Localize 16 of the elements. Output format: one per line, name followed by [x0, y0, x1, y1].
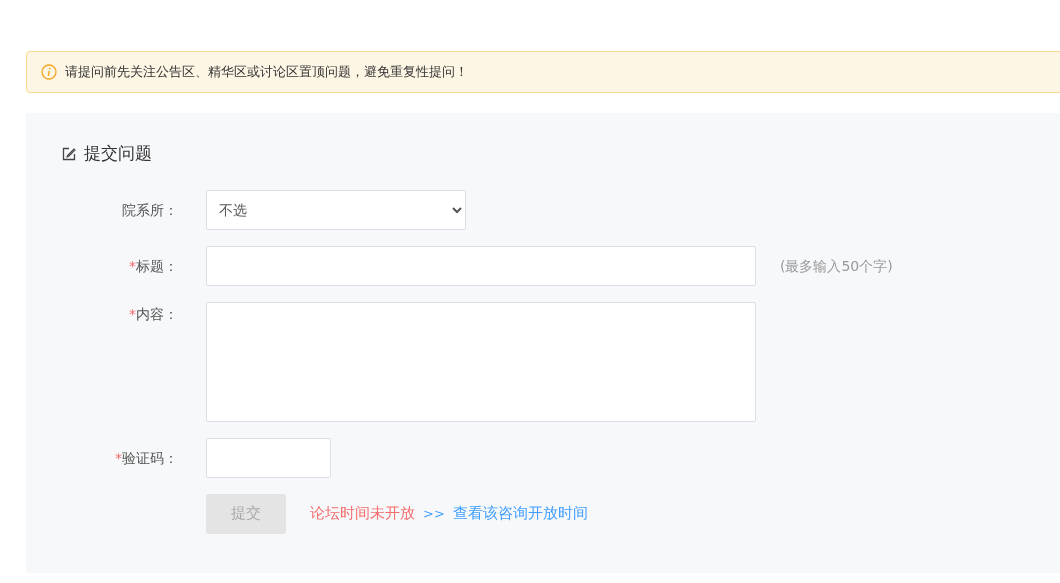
field-label: 院系所： — [121, 200, 179, 220]
schedule-link[interactable]: 查看该咨询开放时间 — [452, 502, 588, 525]
notice-text: 请提问前先关注公告区、精华区或讨论区置顶问题，避免重复性提问！ — [65, 63, 468, 82]
status-message: 论坛时间未开放 — [310, 503, 415, 525]
field-label: *内容： — [128, 304, 179, 324]
field-label: *验证码： — [114, 448, 179, 468]
hint-text: (最多输入50个字) — [779, 256, 893, 276]
captcha-field[interactable] — [206, 437, 331, 478]
title-field[interactable] — [206, 245, 756, 286]
separator-arrows: >> — [423, 504, 445, 523]
form-title: 提交问题 — [84, 142, 152, 165]
edit-icon — [62, 146, 76, 161]
content-textarea[interactable] — [206, 301, 756, 422]
field-label: *标题： — [128, 256, 179, 276]
department-select[interactable]: 不选 — [206, 189, 466, 230]
info-icon — [41, 64, 57, 80]
